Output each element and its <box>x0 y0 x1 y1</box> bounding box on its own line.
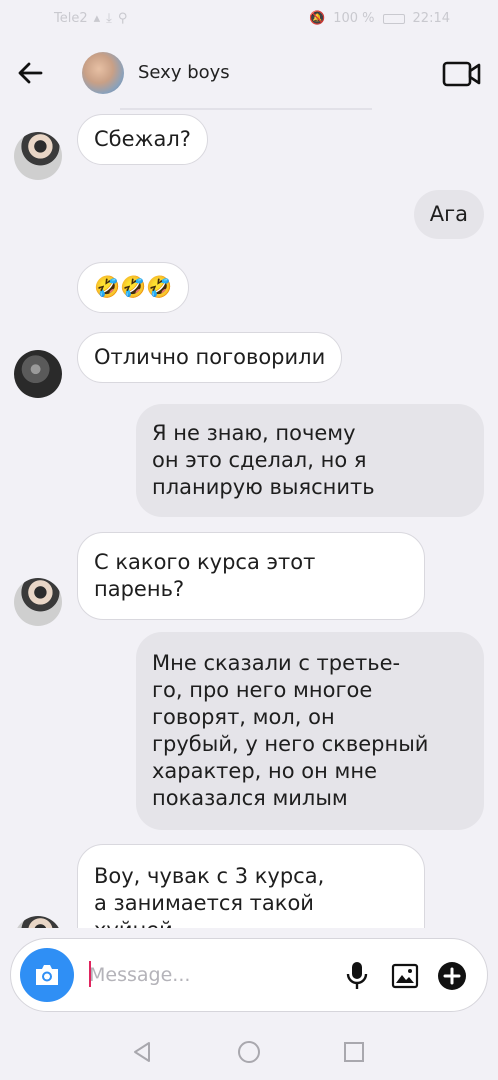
message-line: а занимается такой <box>94 891 314 915</box>
status-bar: Tele2 ▴ ⤓ ⚲ 🔕 100 % 22:14 <box>0 0 498 38</box>
battery-percent: 100 % <box>333 11 375 26</box>
group-avatar[interactable] <box>82 52 124 94</box>
message-line: Я не знаю, почему <box>152 421 356 445</box>
sender-avatar[interactable] <box>14 350 62 398</box>
message-input[interactable] <box>89 959 329 991</box>
message-bubble[interactable]: Мне сказали с третье- го, про него много… <box>136 632 484 830</box>
message-bubble[interactable]: Ага <box>413 190 484 239</box>
voice-message-button[interactable] <box>345 961 369 991</box>
emoji-message: 🤣🤣🤣 <box>94 275 173 299</box>
message-bubble[interactable]: Отлично поговорили <box>77 332 343 383</box>
message-text: Отлично поговорили <box>94 345 326 369</box>
microphone-icon <box>346 962 368 989</box>
gallery-button[interactable] <box>391 963 419 989</box>
chat-title[interactable]: Sexy boys <box>138 62 230 83</box>
back-button[interactable] <box>14 56 48 90</box>
chat-header: Sexy boys <box>0 38 498 110</box>
sender-avatar[interactable] <box>14 578 62 626</box>
search-status-icon: ⚲ <box>117 11 128 26</box>
video-camera-icon <box>442 61 481 87</box>
clock: 22:14 <box>412 11 450 26</box>
message-bubble[interactable]: С какого курса этот парень? <box>77 532 425 620</box>
message-line: грубый, у него скверный <box>152 732 429 756</box>
sender-avatar[interactable] <box>14 916 62 928</box>
message-line: го, про него многое <box>152 678 373 702</box>
nav-home-icon[interactable] <box>237 1040 261 1064</box>
message-composer <box>10 938 488 1012</box>
download-icon: ⤓ <box>106 11 112 26</box>
message-text: Сбежал? <box>94 127 191 151</box>
message-bubble[interactable]: Воу, чувак с 3 курса, а занимается такой… <box>77 844 425 928</box>
signal-icon: ▴ <box>93 11 101 26</box>
message-line: он это сделал, но я <box>152 448 367 472</box>
message-bubble[interactable]: 🤣🤣🤣 <box>77 262 190 313</box>
message-line: Мне сказали с третье- <box>152 651 401 675</box>
nav-recents-icon[interactable] <box>342 1040 366 1064</box>
arrow-left-icon <box>18 62 43 84</box>
more-options-button[interactable] <box>437 961 467 991</box>
message-line: планирую выяснить <box>152 475 375 499</box>
sender-avatar[interactable] <box>14 132 62 180</box>
text-cursor <box>89 961 91 987</box>
message-text: Ага <box>429 202 468 226</box>
camera-icon <box>36 965 58 985</box>
nav-back-icon[interactable] <box>130 1040 154 1064</box>
message-line: показался милым <box>152 786 348 810</box>
message-line: С какого курса этот <box>94 550 316 574</box>
mute-icon: 🔕 <box>309 11 326 26</box>
message-bubble[interactable]: Сбежал? <box>77 114 208 165</box>
message-line: Воу, чувак с 3 курса, <box>94 864 325 888</box>
video-call-button[interactable] <box>442 60 482 88</box>
camera-button[interactable] <box>20 948 74 1002</box>
message-line: характер, но он мне <box>152 759 378 783</box>
message-line: говорят, мол, он <box>152 705 335 729</box>
message-line: хуйней <box>94 917 408 928</box>
plus-circle-icon <box>438 962 466 990</box>
carrier-label: Tele2 <box>54 11 88 26</box>
system-navigation-bar <box>0 1022 498 1080</box>
image-gallery-icon <box>391 963 419 989</box>
message-bubble[interactable]: Я не знаю, почему он это сделал, но я пл… <box>136 404 484 517</box>
message-line: парень? <box>94 577 185 601</box>
battery-icon <box>382 13 405 24</box>
message-list[interactable]: Сбежал? Ага 🤣🤣🤣 Отлично поговорили Я не … <box>0 110 498 928</box>
